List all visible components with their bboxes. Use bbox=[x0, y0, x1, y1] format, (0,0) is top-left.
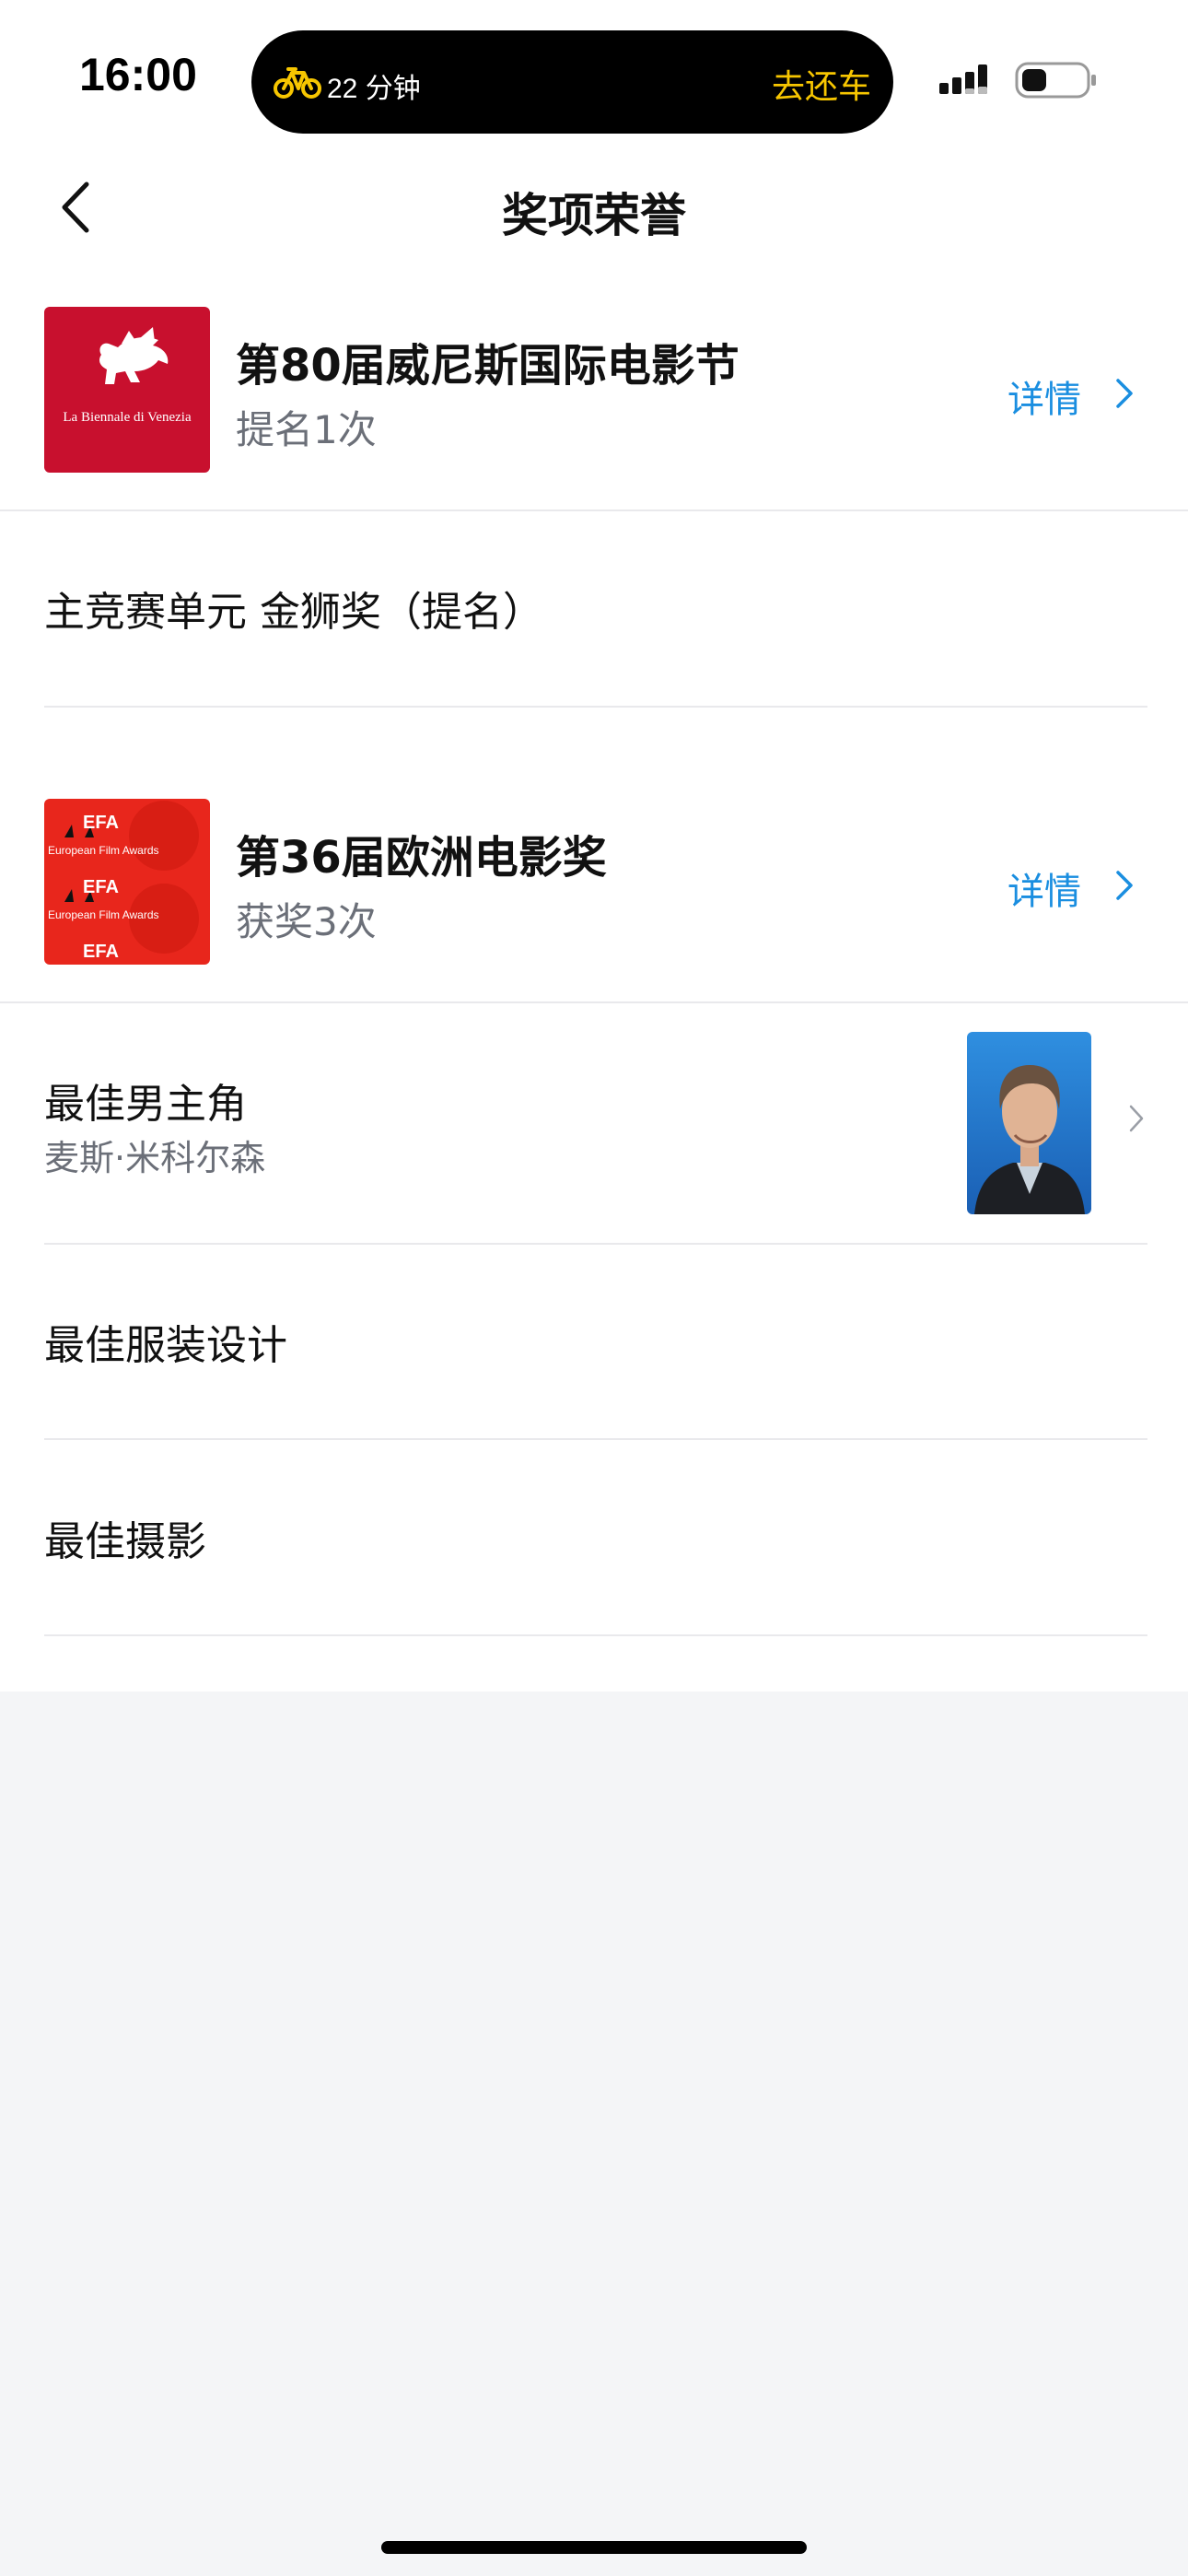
chevron-right-icon bbox=[1116, 871, 1133, 900]
section-divider bbox=[0, 1001, 1188, 1003]
row-divider bbox=[44, 706, 1147, 708]
category-golden-lion[interactable]: 主竞赛单元 金狮奖（提名） bbox=[44, 579, 543, 638]
venice-biennale-logo: La Biennale di Venezia bbox=[44, 307, 210, 473]
award-count: 提名1次 bbox=[236, 407, 377, 452]
chevron-right-icon bbox=[1129, 1105, 1144, 1132]
award-detail-link[interactable]: 详情 bbox=[1007, 861, 1081, 915]
home-indicator[interactable] bbox=[381, 2541, 807, 2554]
winner-photo[interactable] bbox=[967, 1032, 1091, 1214]
award-title: 第36届欧洲电影奖 bbox=[236, 832, 607, 884]
award-header-european-film-awards[interactable]: EFA EFA EFA European Film Awards Europea… bbox=[0, 799, 1188, 1003]
section-divider bbox=[0, 509, 1188, 511]
row-divider bbox=[44, 1243, 1147, 1245]
status-time: 16:00 bbox=[79, 49, 197, 100]
battery-icon bbox=[1015, 62, 1096, 99]
cellular-signal-icon bbox=[939, 64, 987, 94]
row-divider bbox=[44, 1438, 1147, 1440]
efa-logo-text-repeat: European Film Awards bbox=[48, 908, 159, 921]
island-ride-duration: 22 分钟 bbox=[327, 74, 421, 104]
category-best-costume-design[interactable]: 最佳服装设计 bbox=[44, 1312, 287, 1371]
award-header-venice[interactable]: La Biennale di Venezia 第80届威尼斯国际电影节 提名1次… bbox=[0, 307, 1188, 511]
page-title: 奖项荣誉 bbox=[502, 189, 686, 242]
award-title: 第80届威尼斯国际电影节 bbox=[236, 340, 740, 392]
chevron-right-icon bbox=[1116, 379, 1133, 408]
efa-logo-text: European Film Awards bbox=[48, 844, 159, 857]
svg-text:EFA: EFA bbox=[83, 813, 119, 833]
category-best-cinematography[interactable]: 最佳摄影 bbox=[44, 1508, 206, 1567]
bicycle-icon bbox=[274, 67, 321, 99]
award-detail-link[interactable]: 详情 bbox=[1007, 369, 1081, 423]
svg-text:EFA: EFA bbox=[83, 942, 119, 962]
category-best-actor[interactable]: 最佳男主角 bbox=[44, 1071, 247, 1130]
svg-text:EFA: EFA bbox=[83, 877, 119, 897]
award-count: 获奖3次 bbox=[236, 899, 377, 944]
dynamic-island-live-activity[interactable]: 22 分钟 去还车 bbox=[251, 30, 893, 134]
european-film-awards-logo: EFA EFA EFA European Film Awards Europea… bbox=[44, 799, 210, 965]
winner-name: 麦斯·米科尔森 bbox=[44, 1138, 266, 1178]
venice-logo-text: La Biennale di Venezia bbox=[63, 410, 192, 425]
row-divider bbox=[44, 1634, 1147, 1636]
island-return-bike-button[interactable]: 去还车 bbox=[772, 60, 871, 108]
